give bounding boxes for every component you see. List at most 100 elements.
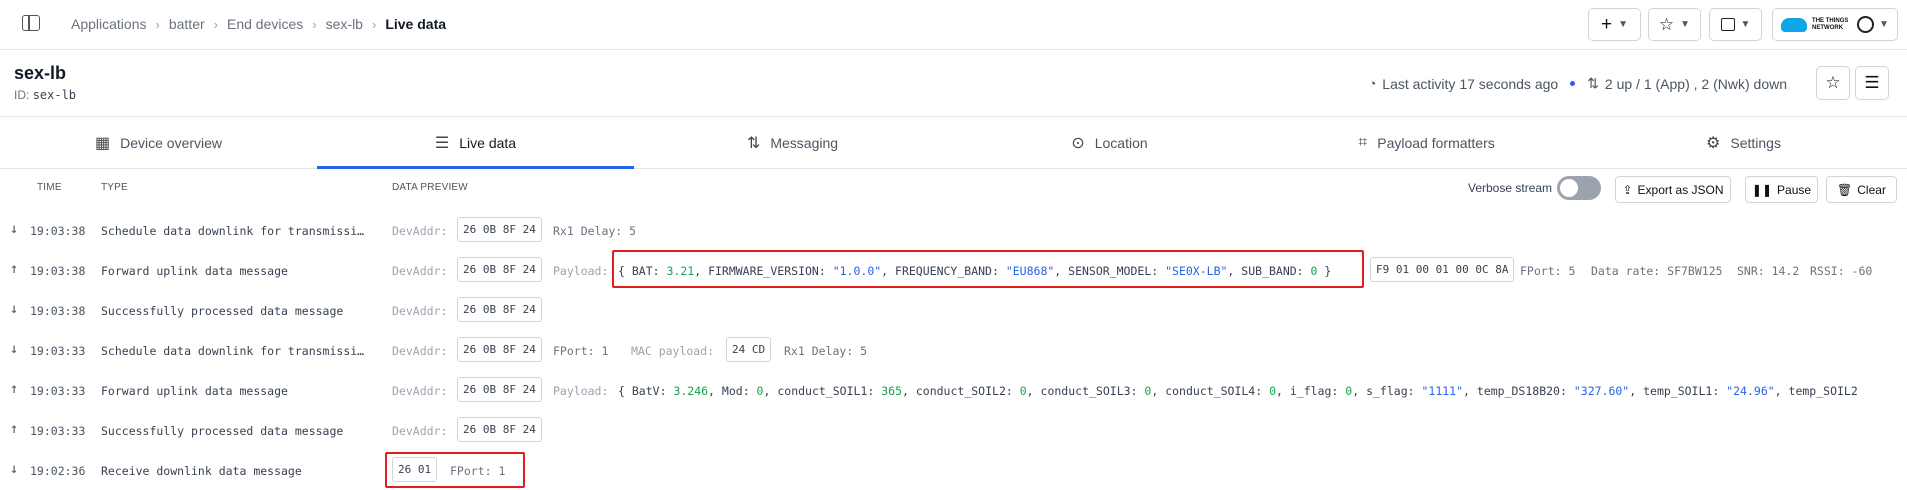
payload-label: Payload: <box>553 264 609 278</box>
table-row[interactable]: ↓ 19:02:36 Receive downlink data message… <box>0 450 1907 490</box>
devaddr-label: DevAddr: <box>392 344 448 358</box>
arrow-down-icon: ↓ <box>10 301 19 317</box>
devaddr-chip[interactable]: 26 0B 8F 24 <box>457 377 542 402</box>
row-time: 19:03:38 <box>30 304 86 318</box>
devaddr-chip[interactable]: 26 0B 8F 24 <box>457 337 542 362</box>
clear-label: Clear <box>1857 182 1886 197</box>
arrow-down-icon: ↓ <box>10 341 19 357</box>
sidebar-toggle-icon[interactable] <box>22 15 40 31</box>
bookmark-device-button[interactable]: ☆ <box>1816 66 1850 100</box>
chevron-down-icon: ▼ <box>1740 19 1751 30</box>
export-icon: ⇪ <box>1622 182 1633 197</box>
gear-icon: ⚙ <box>1706 134 1721 152</box>
trash-icon: 🗑 <box>1837 182 1853 197</box>
up-down-icon: ⇅ <box>1587 75 1599 91</box>
tab-location[interactable]: ⊙ Location <box>951 117 1268 168</box>
arrows-icon: ⇅ <box>746 134 761 152</box>
table-row[interactable]: ↓ 19:03:38 Successfully processed data m… <box>0 290 1907 330</box>
breadcrumb-application[interactable]: batter <box>169 16 205 32</box>
column-header-type: TYPE <box>101 182 128 193</box>
devaddr-chip[interactable]: 26 0B 8F 24 <box>457 217 542 242</box>
device-menu-button[interactable]: ☰ <box>1855 66 1889 100</box>
mac-payload-chip[interactable]: 24 CD <box>726 337 772 362</box>
table-row[interactable]: ↑ 19:03:33 Forward uplink data message D… <box>0 370 1907 410</box>
tab-live-data[interactable]: ☰ Live data <box>317 117 634 169</box>
decoded-payload: { BatV: 3.246, Mod: 0, conduct_SOIL1: 36… <box>618 384 1858 398</box>
ttn-logo-icon <box>1781 17 1808 32</box>
tab-label: Location <box>1094 134 1148 151</box>
tab-device-overview[interactable]: ▦ Device overview <box>0 117 317 168</box>
code-icon: ⌗ <box>1358 133 1368 151</box>
inbox-icon <box>1720 18 1735 31</box>
export-json-button[interactable]: ⇪ Export as JSON <box>1615 176 1731 203</box>
pause-icon: ❚❚ <box>1751 182 1773 197</box>
devaddr-label: DevAddr: <box>392 424 448 438</box>
rssi: RSSI: -60 <box>1810 264 1873 278</box>
table-row[interactable]: ↓ 19:03:33 Schedule data downlink for tr… <box>0 330 1907 370</box>
devaddr-label: DevAddr: <box>392 304 448 318</box>
row-type: Forward uplink data message <box>101 264 288 278</box>
top-bar: Applications › batter › End devices › sex-l… <box>0 0 1907 50</box>
export-label: Export as JSON <box>1637 182 1724 197</box>
last-activity-text: Last activity 17 seconds ago <box>1382 75 1559 92</box>
table-row[interactable]: ↑ 19:03:33 Successfully processed data m… <box>0 410 1907 450</box>
arrow-down-icon: ↓ <box>10 221 19 237</box>
tab-label: Messaging <box>770 134 839 151</box>
chevron-right-icon: › <box>213 16 218 32</box>
arrow-up-icon: ↑ <box>10 421 19 437</box>
tab-label: Settings <box>1730 134 1781 151</box>
pause-button[interactable]: ❚❚ Pause <box>1745 176 1818 203</box>
column-header-time: TIME <box>37 182 62 193</box>
chevron-down-icon: ▼ <box>1618 19 1628 30</box>
devaddr-chip[interactable]: 26 0B 8F 24 <box>457 417 542 442</box>
row-time: 19:03:33 <box>30 424 86 438</box>
tab-messaging[interactable]: ⇅ Messaging <box>634 117 951 168</box>
device-title: sex-lb <box>14 63 67 83</box>
message-counts: 2 up / 1 (App) , 2 (Nwk) down <box>1604 75 1787 92</box>
highlight-box <box>612 250 1364 288</box>
row-time: 19:03:38 <box>30 264 86 278</box>
plus-icon: + <box>1600 13 1613 35</box>
notifications-menu-button[interactable]: ▼ <box>1709 8 1762 41</box>
row-type: Forward uplink data message <box>101 384 288 398</box>
chevron-right-icon: › <box>371 16 377 32</box>
tab-label: Live data <box>459 134 517 151</box>
rx-delay: Rx1 Delay: 5 <box>784 344 868 358</box>
fport: FPort: 1 <box>553 344 609 358</box>
row-type: Successfully processed data message <box>101 424 344 438</box>
breadcrumb-device[interactable]: sex-lb <box>326 16 363 32</box>
tab-label: Device overview <box>120 134 223 151</box>
list-icon: ☰ <box>434 134 450 152</box>
devaddr-label: DevAddr: <box>392 384 448 398</box>
clear-button[interactable]: 🗑 Clear <box>1826 176 1897 203</box>
ttn-logo-text: THE THINGS NETWORK <box>1812 17 1849 31</box>
breadcrumb-current: Live data <box>385 16 447 32</box>
table-row[interactable]: ↓ 19:03:38 Schedule data downlink for tr… <box>0 210 1907 250</box>
breadcrumb: Applications › batter › End devices › sex-l… <box>71 16 446 32</box>
row-time: 19:03:33 <box>30 344 86 358</box>
devaddr-chip[interactable]: 26 0B 8F 24 <box>457 257 542 282</box>
devaddr-chip[interactable]: 26 0B 8F 24 <box>457 297 542 322</box>
tab-label: Payload formatters <box>1377 134 1495 151</box>
bookmarks-menu-button[interactable]: ☆ ▼ <box>1648 8 1701 41</box>
tab-payload-formatters[interactable]: ⌗ Payload formatters <box>1268 117 1585 168</box>
verbose-stream-toggle[interactable] <box>1557 176 1601 200</box>
row-type: Schedule data downlink for transmissi… <box>101 224 365 238</box>
mac-payload-label: MAC payload: <box>631 344 715 358</box>
tab-settings[interactable]: ⚙ Settings <box>1585 117 1902 168</box>
hamburger-icon: ☰ <box>1864 73 1880 92</box>
breadcrumb-applications[interactable]: Applications <box>71 16 147 32</box>
device-id-label: ID: <box>14 88 30 102</box>
row-type: Successfully processed data message <box>101 304 344 318</box>
signal-icon: ◔ <box>1368 76 1377 91</box>
account-menu-button[interactable]: THE THINGS NETWORK ▼ <box>1772 8 1898 41</box>
add-menu-button[interactable]: + ▼ <box>1588 8 1641 41</box>
raw-payload-chip[interactable]: F9 01 00 01 00 0C 8A <box>1370 257 1515 282</box>
verbose-stream-label: Verbose stream <box>1468 181 1553 195</box>
star-icon: ☆ <box>1825 73 1841 92</box>
device-id: ID: sex-lb <box>14 88 76 102</box>
chevron-down-icon: ▼ <box>1680 19 1691 30</box>
rx-delay: Rx1 Delay: 5 <box>553 224 637 238</box>
device-id-value: sex-lb <box>32 88 77 102</box>
breadcrumb-end-devices[interactable]: End devices <box>227 16 303 32</box>
